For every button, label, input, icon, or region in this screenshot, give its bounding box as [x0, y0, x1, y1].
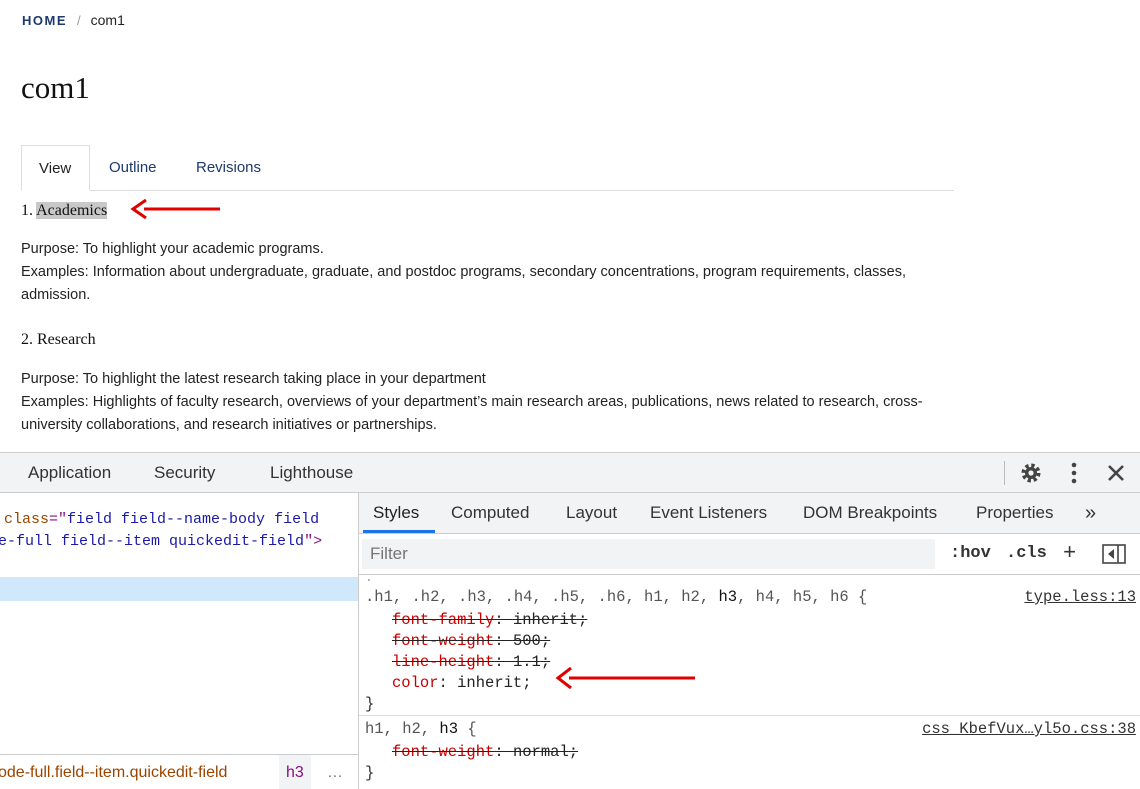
subtab-properties[interactable]: Properties [976, 493, 1053, 533]
active-tab-indicator [363, 530, 435, 533]
subtab-styles[interactable]: Styles [373, 493, 419, 533]
dom-node-line[interactable]: class="field field--name-body field [4, 511, 319, 528]
rule-selector[interactable]: .h1, .h2, .h3, .h4, .h5, .h6, h1, h2, h3… [365, 588, 867, 606]
breadcrumb-current: com1 [90, 12, 125, 28]
css-rule-h1-h2-h3[interactable]: h1, h2, h3 { css_KbefVux…yl5o.css:38 fon… [359, 716, 1140, 789]
css-declaration-color[interactable]: color: inherit; [392, 674, 532, 692]
tab-outline[interactable]: Outline [92, 145, 174, 190]
subtab-event-listeners[interactable]: Event Listeners [650, 493, 767, 533]
page-content: Home / com1 com1 View Outline Revisions 1.… [0, 0, 1140, 452]
breadcrumb: Home / com1 [22, 12, 125, 28]
section-number: 2. [21, 331, 33, 348]
rule-source-link[interactable]: css_KbefVux…yl5o.css:38 [922, 720, 1136, 738]
tab-revisions[interactable]: Revisions [179, 145, 278, 190]
tab-view[interactable]: View [21, 145, 90, 191]
section-title: Research [37, 331, 96, 348]
attr-eq: =" [49, 511, 68, 528]
section-purpose: Purpose: To highlight the latest researc… [21, 371, 486, 387]
devtools-tab-security[interactable]: Security [154, 453, 215, 492]
subtab-dom-breakpoints[interactable]: DOM Breakpoints [803, 493, 937, 533]
elements-breadcrumb-h3[interactable]: h3 [279, 755, 311, 789]
rule-close-brace: } [365, 695, 375, 713]
styles-filter-input[interactable] [362, 539, 935, 569]
css-declaration[interactable]: font-family: inherit; [392, 611, 587, 629]
section-heading-academics: 1. Academics [21, 202, 108, 220]
rule-overflow-mark: . [365, 570, 373, 585]
css-rule-headings[interactable]: . .h1, .h2, .h3, .h4, .h5, .h6, h1, h2, … [359, 570, 1140, 716]
section-purpose: Purpose: To highlight your academic prog… [21, 241, 324, 257]
toggle-sidebar-icon[interactable] [1102, 544, 1126, 564]
breadcrumb-home-link[interactable]: Home [22, 13, 67, 28]
css-declaration[interactable]: font-weight: normal; [392, 743, 578, 761]
elements-breadcrumb-bar: ode-full.field--item.quickedit-field h3 … [0, 754, 358, 789]
toolbar-divider [1004, 461, 1005, 485]
devtools-tab-application[interactable]: Application [28, 453, 111, 492]
section-examples: Examples: Information about undergraduat… [21, 264, 906, 303]
cls-toggle-button[interactable]: .cls [1006, 534, 1047, 574]
rule-source-link[interactable]: type.less:13 [1024, 588, 1136, 606]
elements-breadcrumb-more[interactable]: … [327, 755, 343, 789]
attr-value: field field--name-body field [67, 511, 320, 528]
styles-pane: Styles Computed Layout Event Listeners D… [359, 493, 1140, 789]
attr-name: class [4, 511, 50, 528]
section-heading-research: 2. Research [21, 331, 96, 349]
page-title: com1 [21, 70, 90, 105]
annotation-arrow-icon [130, 199, 220, 219]
styles-subtabs: Styles Computed Layout Event Listeners D… [359, 493, 1140, 534]
rule-close-brace: } [365, 764, 375, 782]
subtab-computed[interactable]: Computed [451, 493, 529, 533]
attr-value: e-full field--item quickedit-field [0, 533, 305, 550]
new-style-rule-button[interactable]: + [1063, 534, 1076, 574]
gear-icon[interactable] [1019, 461, 1043, 485]
section-title-highlighted: Academics [36, 202, 108, 219]
hov-toggle-button[interactable]: :hov [950, 534, 991, 574]
devtools-tab-lighthouse[interactable]: Lighthouse [270, 453, 353, 492]
elements-tree-pane[interactable]: class="field field--name-body field e-fu… [0, 493, 359, 789]
tag-close: "> [304, 533, 323, 550]
devtools-top-tabbar: Application Security Lighthouse [0, 453, 1140, 493]
more-tabs-chevron-icon[interactable]: » [1085, 493, 1096, 533]
dom-node-line[interactable]: e-full field--item quickedit-field"> [0, 533, 322, 550]
content-tabs: View Outline Revisions [21, 145, 954, 191]
css-declaration[interactable]: line-height: 1.1; [392, 653, 550, 671]
styles-filter-row: :hov .cls + [359, 534, 1140, 575]
kebab-menu-icon[interactable] [1062, 461, 1086, 485]
rule-selector[interactable]: h1, h2, h3 { [365, 720, 477, 738]
css-declaration[interactable]: font-weight: 500; [392, 632, 550, 650]
subtab-layout[interactable]: Layout [566, 493, 617, 533]
annotation-arrow-icon [555, 667, 695, 689]
section-number: 1. [21, 202, 33, 219]
section-examples: Examples: Highlights of faculty research… [21, 394, 923, 433]
close-icon[interactable] [1104, 461, 1128, 485]
breadcrumb-separator: / [77, 13, 81, 28]
selected-dom-node[interactable] [0, 577, 358, 601]
devtools-panel: Application Security Lighthouse class="f… [0, 452, 1140, 789]
elements-breadcrumb-path[interactable]: ode-full.field--item.quickedit-field [0, 755, 227, 789]
